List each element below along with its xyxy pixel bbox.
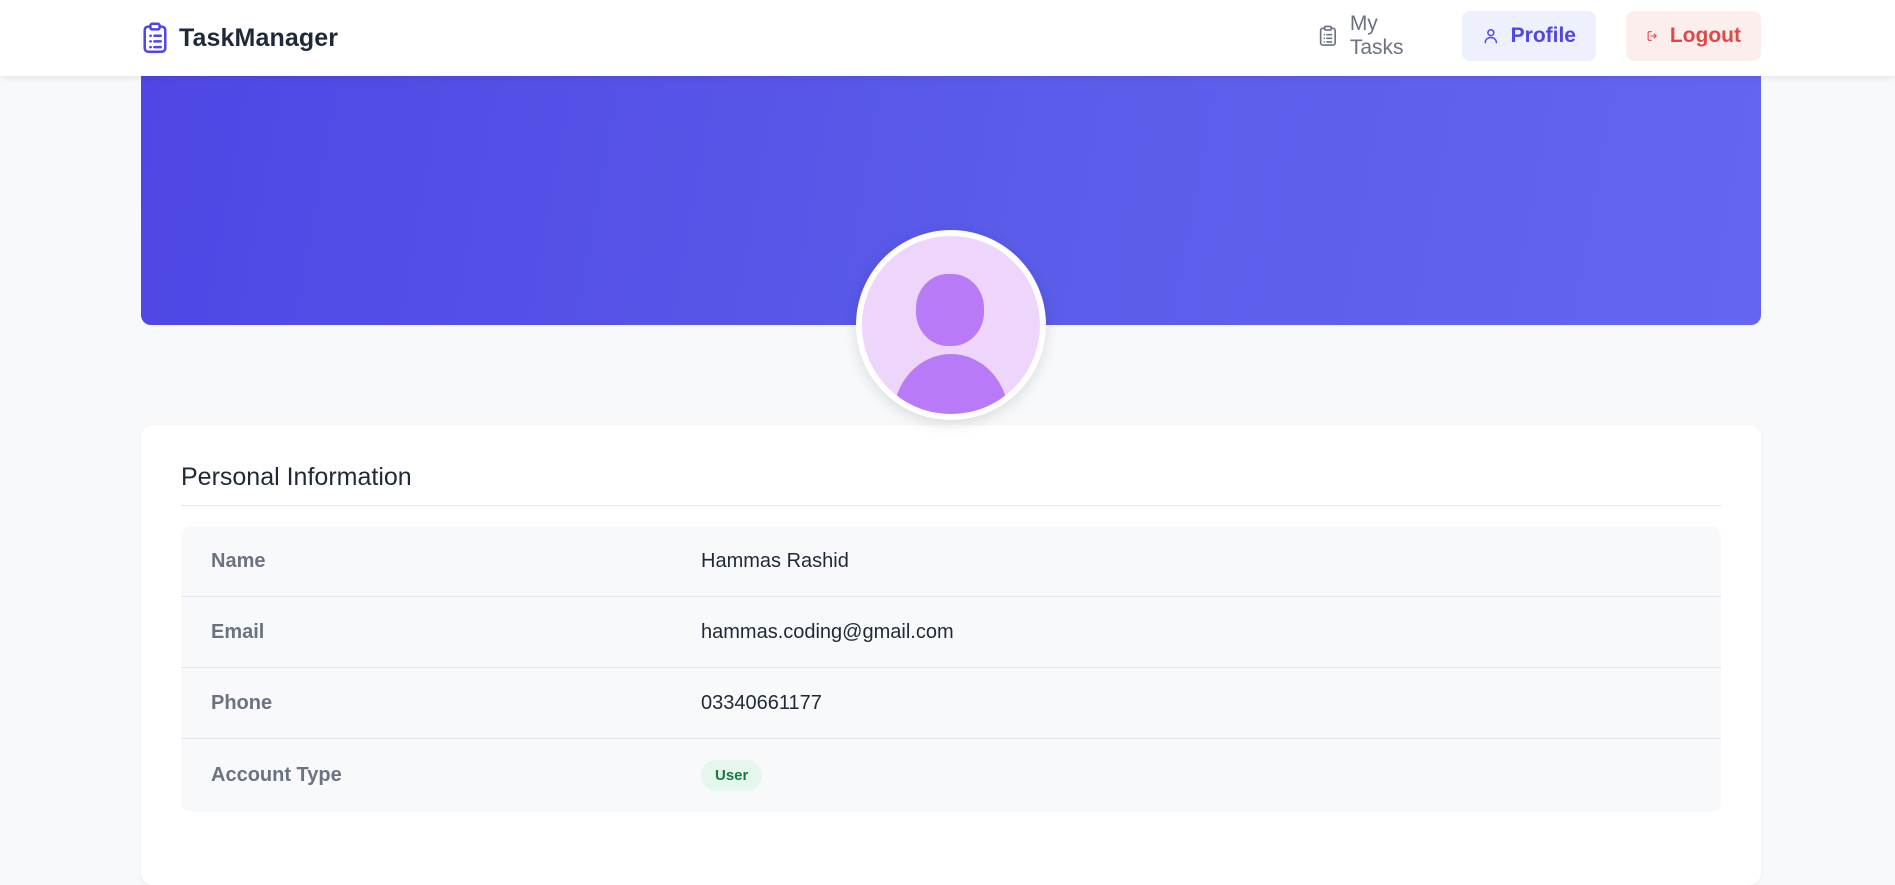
clipboard-icon [143,22,167,53]
info-value: 03340661177 [701,691,822,714]
user-avatar-icon [893,274,1009,414]
info-value: Hammas Rashid [701,549,849,572]
divider [181,505,1721,506]
info-label: Phone [211,691,273,714]
nav-profile-label: Profile [1510,24,1576,47]
nav-profile[interactable]: Profile [1462,11,1596,61]
nav-my-tasks[interactable]: My Tasks [1300,11,1446,61]
info-row-email: Email hammas.coding@gmail.com [181,597,1721,668]
nav-my-tasks-label: My Tasks [1349,12,1404,59]
info-label: Account Type [211,764,342,786]
clipboard-icon [1319,25,1336,46]
info-row-phone: Phone 03340661177 [181,668,1721,739]
logout-icon [1647,31,1657,41]
info-table: Name Hammas Rashid Email hammas.coding@g… [181,526,1721,812]
info-label: Name [211,549,266,572]
personal-info-card: Personal Information Name Hammas Rashid … [141,425,1761,885]
info-value: hammas.coding@gmail.com [701,620,954,643]
brand-logo[interactable]: TaskManager [141,20,338,56]
info-label: Email [211,620,265,643]
user-icon [1484,29,1498,44]
info-row-name: Name Hammas Rashid [181,526,1721,597]
app-title: TaskManager [179,23,339,52]
section-title: Personal Information [181,463,412,491]
top-navbar: TaskManager My Tasks Profile Logout [0,0,1895,76]
logout-button[interactable]: Logout [1626,11,1761,61]
info-row-account-type: Account Type User [181,739,1721,812]
avatar [856,230,1046,420]
account-type-badge: User [701,760,763,791]
logout-button-label: Logout [1669,24,1741,47]
